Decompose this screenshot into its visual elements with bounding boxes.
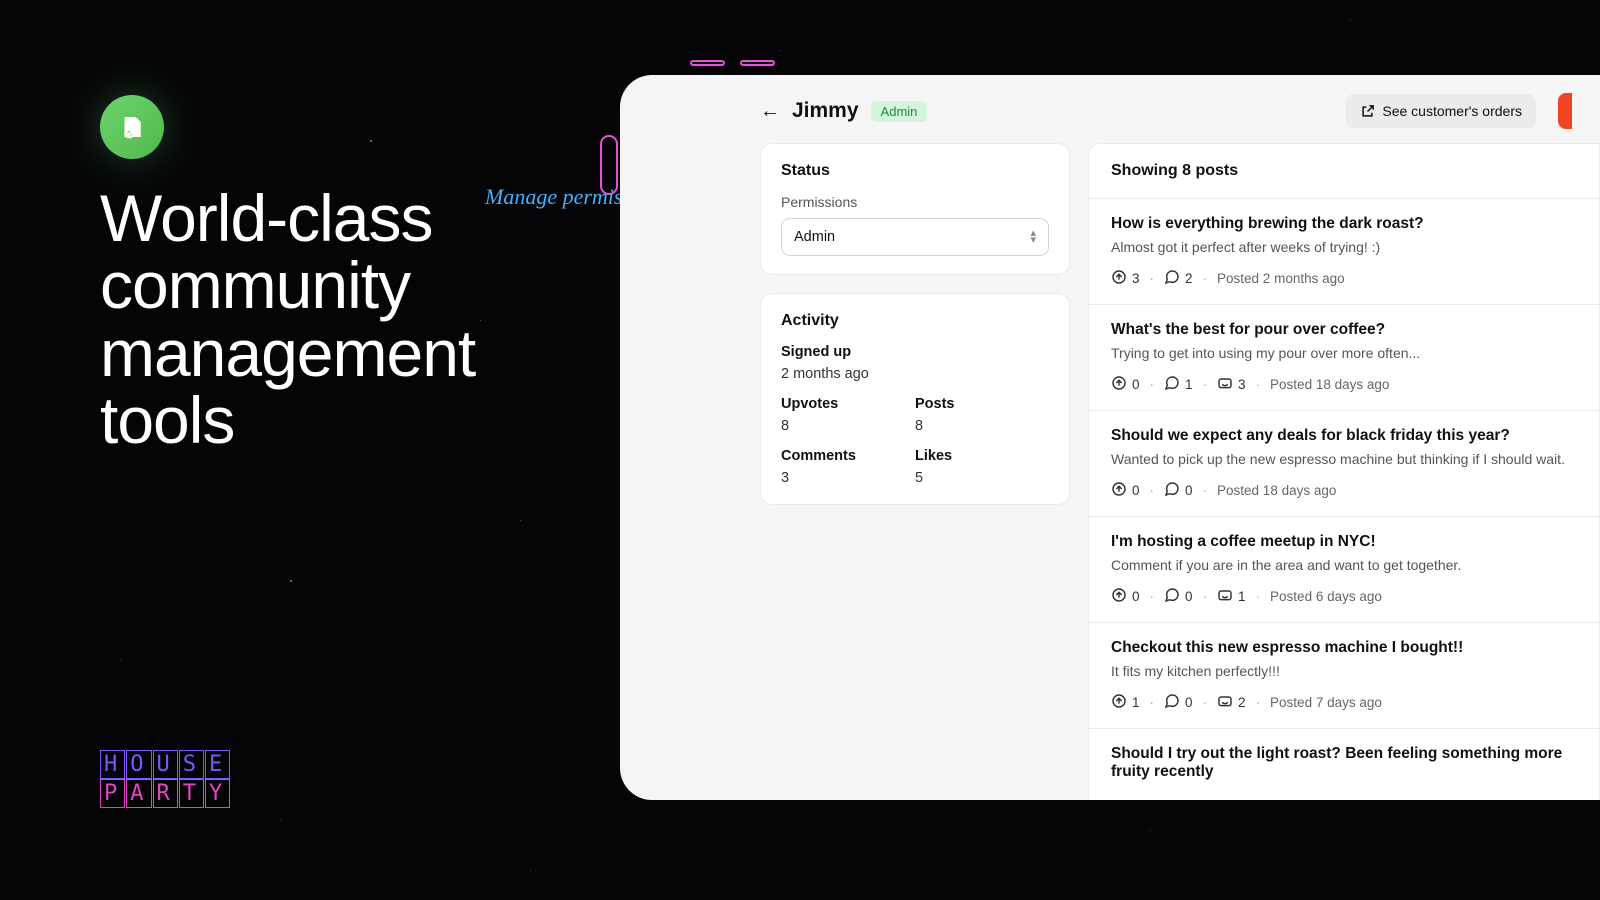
upvote-icon — [1111, 481, 1127, 500]
spam-button-edge[interactable] — [1558, 93, 1572, 129]
post-item[interactable]: I'm hosting a coffee meetup in NYC! Comme… — [1089, 517, 1599, 623]
likes-value: 5 — [915, 470, 1049, 486]
comment-icon — [1164, 375, 1180, 394]
external-link-icon — [1360, 104, 1375, 119]
post-item[interactable]: How is everything brewing the dark roast… — [1089, 199, 1599, 305]
likes-label: Likes — [915, 448, 1049, 464]
smile-icon — [1217, 587, 1233, 606]
post-title: How is everything brewing the dark roast… — [1111, 215, 1577, 233]
post-title: What's the best for pour over coffee? — [1111, 321, 1577, 339]
brand-logo-icon — [100, 95, 164, 159]
admin-panel: ← Jimmy Admin See customer's orders Stat… — [620, 75, 1600, 800]
post-item[interactable]: Should we expect any deals for black fri… — [1089, 411, 1599, 517]
posts-value: 8 — [915, 418, 1049, 434]
decorative-tab-outline — [690, 60, 725, 66]
posted-time: Posted 18 days ago — [1270, 377, 1389, 392]
upvotes-value: 8 — [781, 418, 915, 434]
posted-time: Posted 18 days ago — [1217, 483, 1336, 498]
post-meta: 3·2·Posted 2 months ago — [1111, 269, 1577, 288]
comment-icon — [1164, 693, 1180, 712]
comments-label: Comments — [781, 448, 915, 464]
upvote-count: 1 — [1111, 693, 1140, 712]
decorative-tab-outline — [740, 60, 775, 66]
posted-time: Posted 7 days ago — [1270, 695, 1382, 710]
like-count: 2 — [1217, 693, 1246, 712]
like-count: 1 — [1217, 587, 1246, 606]
post-item[interactable]: What's the best for pour over coffee? Try… — [1089, 305, 1599, 411]
signed-up-value: 2 months ago — [781, 366, 1049, 382]
posted-time: Posted 6 days ago — [1270, 589, 1382, 604]
upvote-icon — [1111, 693, 1127, 712]
headline: World-classcommunitymanagementtools — [100, 185, 475, 454]
upvote-count: 0 — [1111, 375, 1140, 394]
user-name: Jimmy — [792, 99, 859, 123]
post-body: It fits my kitchen perfectly!!! — [1111, 663, 1577, 679]
status-card: Status Permissions Admin ▴▾ — [760, 143, 1070, 275]
upvotes-label: Upvotes — [781, 396, 915, 412]
activity-card: Activity Signed up 2 months ago Upvotes … — [760, 293, 1070, 505]
comment-icon — [1164, 587, 1180, 606]
post-title: Checkout this new espresso machine I bou… — [1111, 639, 1577, 657]
like-count: 3 — [1217, 375, 1246, 394]
post-item[interactable]: Should I try out the light roast? Been f… — [1089, 729, 1599, 800]
comment-count: 0 — [1164, 587, 1193, 606]
comment-icon — [1164, 269, 1180, 288]
post-body: Comment if you are in the area and want … — [1111, 557, 1577, 573]
brand-wordmark: HOUSE PARTY — [100, 750, 231, 808]
see-orders-label: See customer's orders — [1382, 103, 1522, 119]
post-meta: 0·0·Posted 18 days ago — [1111, 481, 1577, 500]
upvote-icon — [1111, 269, 1127, 288]
post-meta: 0·0·1·Posted 6 days ago — [1111, 587, 1577, 606]
post-body: Wanted to pick up the new espresso machi… — [1111, 451, 1577, 467]
select-caret-icon: ▴▾ — [1030, 230, 1036, 243]
permissions-select[interactable]: Admin ▴▾ — [781, 218, 1049, 256]
posted-time: Posted 2 months ago — [1217, 271, 1345, 286]
posts-count-header: Showing 8 posts — [1089, 144, 1599, 199]
post-item[interactable]: Checkout this new espresso machine I bou… — [1089, 623, 1599, 729]
smile-icon — [1217, 693, 1233, 712]
comment-count: 2 — [1164, 269, 1193, 288]
post-meta: 0·1·3·Posted 18 days ago — [1111, 375, 1577, 394]
post-title: Should I try out the light roast? Been f… — [1111, 745, 1577, 781]
posts-label: Posts — [915, 396, 1049, 412]
upvote-icon — [1111, 587, 1127, 606]
post-body: Almost got it perfect after weeks of try… — [1111, 239, 1577, 255]
back-button[interactable]: ← — [760, 100, 780, 123]
comment-count: 0 — [1164, 693, 1193, 712]
upvote-count: 0 — [1111, 481, 1140, 500]
permissions-label: Permissions — [781, 194, 1049, 210]
see-orders-button[interactable]: See customer's orders — [1346, 94, 1536, 128]
comment-count: 0 — [1164, 481, 1193, 500]
upvote-icon — [1111, 375, 1127, 394]
comments-value: 3 — [781, 470, 915, 486]
post-body: Trying to get into using my pour over mo… — [1111, 345, 1577, 361]
smile-icon — [1217, 375, 1233, 394]
signed-up-label: Signed up — [781, 344, 1049, 360]
upvote-count: 0 — [1111, 587, 1140, 606]
comment-icon — [1164, 481, 1180, 500]
status-card-title: Status — [781, 162, 1049, 180]
post-meta: 1·0·2·Posted 7 days ago — [1111, 693, 1577, 712]
posts-panel: Showing 8 posts How is everything brewin… — [1088, 143, 1600, 800]
activity-card-title: Activity — [781, 312, 1049, 330]
role-badge: Admin — [871, 101, 928, 122]
upvote-count: 3 — [1111, 269, 1140, 288]
panel-header: ← Jimmy Admin See customer's orders — [620, 75, 1600, 143]
post-title: Should we expect any deals for black fri… — [1111, 427, 1577, 445]
post-title: I'm hosting a coffee meetup in NYC! — [1111, 533, 1577, 551]
permissions-value: Admin — [794, 229, 835, 245]
comment-count: 1 — [1164, 375, 1193, 394]
